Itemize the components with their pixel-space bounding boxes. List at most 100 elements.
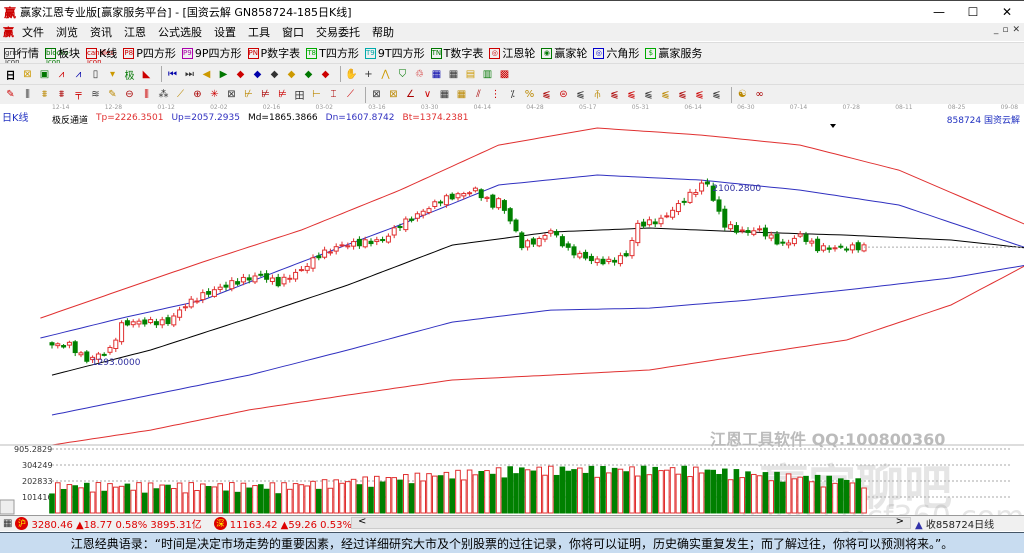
tool-icon-5[interactable]: ▾ <box>106 68 119 81</box>
tool-icon-3[interactable]: ⩘ <box>72 68 85 81</box>
drawing-tool-icon-22[interactable]: ⊠ <box>387 88 400 101</box>
drawing-tool-icon-12[interactable]: ✳ <box>208 88 221 101</box>
drawing-tool-icon-39[interactable]: ⫹ <box>676 88 689 101</box>
drawing-tool-icon-30[interactable]: % <box>523 88 536 101</box>
calculator-icon[interactable]: ▦ <box>3 518 12 529</box>
tool-icon-15[interactable]: ◆ <box>285 68 298 81</box>
drawing-tool-icon-8[interactable]: ⫼ <box>140 88 153 101</box>
toolbar-button-7[interactable]: T9 9T四方形 <box>364 45 425 61</box>
toolbar-button-11[interactable]: ◎ 六角形 <box>593 45 639 61</box>
toolbar-button-5[interactable]: PN P数字表 <box>247 45 300 61</box>
toolbar-button-10[interactable]: ◉ 赢家轮 <box>541 45 587 61</box>
tool-icon-24[interactable]: ▦ <box>447 68 460 81</box>
menu-file[interactable]: 文件 <box>16 24 50 40</box>
drawing-tool-icon-37[interactable]: ⫹ <box>642 88 655 101</box>
drawing-tool-icon-4[interactable]: ╤ <box>72 88 85 101</box>
mdi-restore-button[interactable]: ▫ <box>1002 25 1008 35</box>
drawing-tool-icon-14[interactable]: ⊬ <box>242 88 255 101</box>
collapse-panel-button[interactable] <box>0 499 15 515</box>
drawing-tool-icon-13[interactable]: ⊠ <box>225 88 238 101</box>
tool-icon-17[interactable]: ◆ <box>319 68 332 81</box>
drawing-tool-icon-34[interactable]: ⫚ <box>591 88 604 101</box>
drawing-tool-icon-9[interactable]: ⁂ <box>157 88 170 101</box>
tool-icon-0[interactable]: ⊠ <box>21 68 34 81</box>
tool-icon-20[interactable]: ⋀ <box>379 68 392 81</box>
drawing-tool-icon-42[interactable]: ☯ <box>736 88 749 101</box>
drawing-tool-icon-16[interactable]: ⊭ <box>276 88 289 101</box>
drawing-tool-icon-36[interactable]: ⫹ <box>625 88 638 101</box>
tool-icon-25[interactable]: ▤ <box>464 68 477 81</box>
drawing-tool-icon-2[interactable]: ⩩ <box>38 88 51 101</box>
tool-icon-2[interactable]: ⩘ <box>55 68 68 81</box>
tool-icon-4[interactable]: ▯ <box>89 68 102 81</box>
drawing-tool-icon-17[interactable]: 田 <box>293 88 306 102</box>
toolbar-button-3[interactable]: P8 P四方形 <box>123 45 176 61</box>
drawing-tool-icon-33[interactable]: ⫹ <box>574 88 587 101</box>
drawing-tool-icon-35[interactable]: ⫹ <box>608 88 621 101</box>
drawing-tool-icon-38[interactable]: ⫹ <box>659 88 672 101</box>
tool-icon-22[interactable]: ♲ <box>413 68 426 81</box>
drawing-tool-icon-26[interactable]: ▦ <box>455 88 468 101</box>
tool-icon-8[interactable]: ⏮ <box>166 68 179 81</box>
horizontal-scrollbar[interactable]: < > <box>351 516 911 529</box>
toolbar-button-12[interactable]: $ 赢家服务 <box>645 45 702 61</box>
drawing-tool-icon-19[interactable]: ⌶ <box>327 88 340 101</box>
menu-gann[interactable]: 江恩 <box>118 24 152 40</box>
scroll-left-button[interactable]: < <box>358 516 366 527</box>
close-button[interactable]: ✕ <box>990 1 1024 23</box>
drawing-tool-icon-24[interactable]: ∨ <box>421 88 434 101</box>
tool-icon-18[interactable]: ✋ <box>345 68 358 81</box>
toolbar-button-1[interactable]: blocks-icon 板块 <box>45 45 80 66</box>
tool-icon-23[interactable]: ▦ <box>430 68 443 81</box>
tool-icon-14[interactable]: ◆ <box>268 68 281 81</box>
tool-icon-16[interactable]: ◆ <box>302 68 315 81</box>
drawing-tool-icon-25[interactable]: ▦ <box>438 88 451 101</box>
drawing-tool-icon-5[interactable]: ≋ <box>89 88 102 101</box>
tool-icon-10[interactable]: ◀ <box>200 68 213 81</box>
drawing-tool-icon-20[interactable]: ⟋ <box>344 88 357 101</box>
menu-trade[interactable]: 交易委托 <box>310 24 366 40</box>
drawing-tool-icon-10[interactable]: ⟋ <box>174 88 187 101</box>
menu-browse[interactable]: 浏览 <box>50 24 84 40</box>
drawing-tool-icon-3[interactable]: ⩩ <box>55 88 68 101</box>
menu-help[interactable]: 帮助 <box>366 24 400 40</box>
toolbar-button-6[interactable]: T8 T四方形 <box>306 45 359 61</box>
tool-icon-6[interactable]: 极 <box>123 68 136 82</box>
tool-icon-7[interactable]: ◣ <box>140 68 153 81</box>
period-selector[interactable]: 日 <box>4 68 17 82</box>
drawing-tool-icon-7[interactable]: ⊖ <box>123 88 136 101</box>
drawing-tool-icon-41[interactable]: ⫹ <box>710 88 723 101</box>
menu-tools[interactable]: 工具 <box>242 24 276 40</box>
tool-icon-11[interactable]: ▶ <box>217 68 230 81</box>
drawing-tool-icon-6[interactable]: ✎ <box>106 88 119 101</box>
drawing-tool-icon-28[interactable]: ⋮ <box>489 88 502 101</box>
drawing-tool-icon-43[interactable]: ∞ <box>753 88 766 101</box>
drawing-tool-icon-23[interactable]: ∠ <box>404 88 417 101</box>
toolbar-button-0[interactable]: grid-icon 行情 <box>4 45 39 66</box>
toolbar-button-9[interactable]: ◎ 江恩轮 <box>489 45 535 61</box>
tool-icon-9[interactable]: ⏭ <box>183 68 196 81</box>
menu-formula[interactable]: 公式选股 <box>152 24 208 40</box>
mdi-minimize-button[interactable]: _ <box>994 25 999 35</box>
tool-icon-13[interactable]: ◆ <box>251 68 264 81</box>
tool-icon-12[interactable]: ◆ <box>234 68 247 81</box>
tool-icon-27[interactable]: ▩ <box>498 68 511 81</box>
toolbar-button-4[interactable]: P9 9P四方形 <box>181 45 242 61</box>
tool-icon-26[interactable]: ▥ <box>481 68 494 81</box>
toolbar-button-2[interactable]: candles-icon K线 <box>86 45 117 66</box>
drawing-tool-icon-21[interactable]: ⊠ <box>370 88 383 101</box>
toolbar-button-8[interactable]: TN T数字表 <box>430 45 483 61</box>
drawing-tool-icon-1[interactable]: ⫼ <box>21 88 34 101</box>
drawing-tool-icon-11[interactable]: ⊕ <box>191 88 204 101</box>
sh-index-quote[interactable]: 3280.46 ▲18.77 0.58% 3895.31亿 <box>31 516 201 531</box>
mdi-close-button[interactable]: ✕ <box>1012 25 1020 35</box>
drawing-tool-icon-0[interactable]: ✎ <box>4 88 17 101</box>
minimize-button[interactable]: — <box>922 1 956 23</box>
kline-chart[interactable]: 2100.2800 1293.0000 905.2829 304249 202833 10… <box>0 112 1024 515</box>
drawing-tool-icon-15[interactable]: ⊭ <box>259 88 272 101</box>
tool-icon-21[interactable]: ⛉ <box>396 68 409 81</box>
menu-logo-icon[interactable]: 赢 <box>0 24 16 40</box>
maximize-button[interactable]: ☐ <box>956 1 990 23</box>
drawing-tool-icon-31[interactable]: ⫹ <box>540 88 553 101</box>
drawing-tool-icon-18[interactable]: ⊢ <box>310 88 323 101</box>
